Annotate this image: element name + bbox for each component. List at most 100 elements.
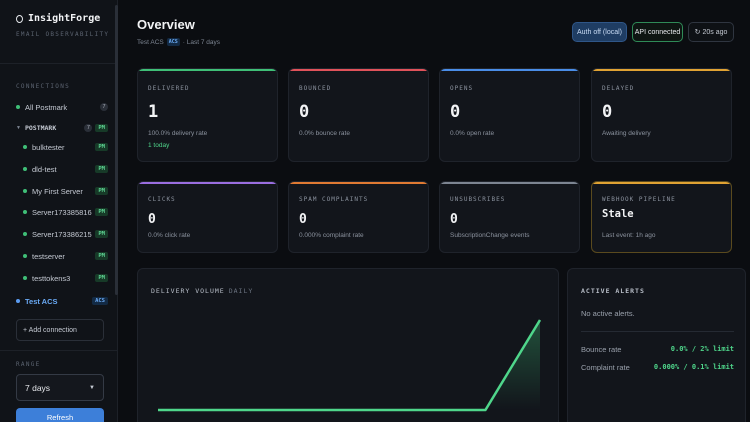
status-dot	[23, 189, 27, 193]
provider-badge: PM	[95, 208, 108, 216]
kpi-value: 0	[299, 102, 310, 122]
delivery-volume-panel: DELIVERY VOLUME DAILY	[137, 268, 559, 422]
group-label: POSTMARK	[24, 124, 57, 132]
card-accent	[440, 69, 579, 71]
card-accent	[440, 182, 579, 184]
provider-badge: PM	[95, 143, 108, 151]
period-label: · Last 7 days	[182, 38, 220, 46]
alerts-empty-message: No active alerts.	[581, 309, 635, 318]
kpi-label: BOUNCED	[299, 85, 332, 92]
provider-badge: PM	[95, 187, 108, 195]
provider-badge: ACS	[92, 297, 108, 305]
status-dot	[23, 210, 27, 214]
range-select[interactable]: 7 days ▼	[16, 374, 104, 401]
count-badge: 7	[100, 103, 108, 111]
status-dot	[23, 254, 27, 258]
kpi-card-delivered: DELIVERED 1 100.0% delivery rate 1 today	[137, 68, 278, 162]
chart-area-fill	[158, 320, 540, 410]
kpi-card-delayed: DELAYED 0 Awaiting delivery	[591, 68, 732, 162]
kpi-desc: 0.0% open rate	[450, 130, 495, 137]
provider-badge: PM	[95, 274, 108, 282]
status-dot	[16, 105, 20, 109]
kpi-label: UNSUBSCRIBES	[450, 196, 506, 203]
sidebar-item-server[interactable]: dld-test PM	[23, 162, 108, 176]
sidebar-item-label: My First Server	[32, 186, 83, 196]
card-accent	[592, 69, 731, 71]
sidebar-item-label: Server173386215...	[32, 229, 93, 239]
metric-label: Complaint rate	[581, 363, 630, 372]
kpi-card-unsubscribes: UNSUBSCRIBES 0 SubscriptionChange events	[439, 181, 580, 253]
kpi-desc: 0.0% click rate	[148, 232, 191, 239]
connections-label: CONNECTIONS	[16, 83, 71, 90]
kpi-card-bounced: BOUNCED 0 0.0% bounce rate	[288, 68, 429, 162]
kpi-desc: 0.0% bounce rate	[299, 130, 350, 137]
metric-row-complaint-rate: Complaint rate 0.000% / 0.1% limit	[581, 363, 734, 372]
card-accent	[289, 182, 428, 184]
chart-series-line	[158, 319, 542, 412]
count-badge: 7	[84, 124, 93, 132]
sidebar-item-label: bulktester	[32, 142, 65, 152]
caret-down-icon: ▼	[16, 125, 21, 131]
metric-value: 0.0% / 2% limit	[670, 345, 734, 353]
sidebar-item-label: Server173385816...	[32, 207, 93, 217]
metric-value: 0.000% / 0.1% limit	[653, 363, 734, 371]
sidebar-item-server[interactable]: Server173385816... PM	[23, 205, 108, 219]
status-dot	[16, 299, 20, 303]
brand-name: InsightForge	[28, 13, 101, 24]
provider-badge: ACS	[166, 38, 180, 46]
sidebar: InsightForge EMAIL OBSERVABILITY CONNECT…	[0, 0, 118, 422]
api-status-badge: API connected	[632, 22, 683, 42]
kpi-label: WEBHOOK PIPELINE	[602, 196, 676, 203]
status-dot	[23, 276, 27, 280]
refresh-timer-button[interactable]: ↻ 20s ago	[688, 22, 734, 42]
connection-name: Test ACS	[137, 38, 164, 46]
active-alerts-panel: ACTIVE ALERTS No active alerts. Bounce r…	[567, 268, 746, 422]
sidebar-item-server[interactable]: bulktester PM	[23, 140, 108, 154]
status-dot	[23, 167, 27, 171]
kpi-desc: Last event: 1h ago	[602, 232, 656, 239]
page-title: Overview	[137, 17, 195, 32]
sidebar-item-all-postmark[interactable]: All Postmark 7	[16, 100, 108, 114]
brand: InsightForge	[16, 13, 100, 24]
kpi-desc: 100.0% delivery rate	[148, 130, 208, 137]
sidebar-item-server[interactable]: testtokens3 PM	[23, 271, 108, 285]
provider-badge: PM	[95, 230, 108, 238]
add-connection-button[interactable]: + Add connection	[16, 319, 104, 341]
logo-ring-icon	[16, 14, 23, 23]
refresh-button[interactable]: Refresh	[16, 408, 104, 422]
range-label: RANGE	[16, 361, 41, 368]
delivery-volume-chart	[158, 319, 542, 412]
kpi-card-clicks: CLICKS 0 0.0% click rate	[137, 181, 278, 253]
kpi-value: Stale	[602, 208, 634, 220]
kpi-value: 1	[148, 102, 159, 122]
kpi-value: 0	[450, 102, 461, 122]
kpi-value: 0	[299, 212, 307, 227]
kpi-value: 0	[148, 212, 156, 227]
provider-badge: PM	[95, 165, 108, 173]
sidebar-item-server[interactable]: testserver PM	[23, 249, 108, 263]
kpi-desc: 0.000% complaint rate	[299, 232, 364, 239]
range-select-value: 7 days	[25, 382, 51, 393]
card-accent	[138, 69, 277, 71]
card-accent	[289, 69, 428, 71]
caret-down-icon: ▼	[89, 384, 95, 391]
card-accent	[592, 182, 731, 184]
kpi-desc: Awaiting delivery	[602, 130, 651, 137]
sidebar-item-test-acs[interactable]: Test ACS ACS	[16, 294, 108, 308]
sidebar-item-server[interactable]: My First Server PM	[23, 184, 108, 198]
kpi-label: CLICKS	[148, 196, 176, 203]
auth-toggle-button[interactable]: Auth off (local)	[572, 22, 627, 42]
sidebar-item-label: dld-test	[32, 164, 57, 174]
kpi-card-spam-complaints: SPAM COMPLAINTS 0 0.000% complaint rate	[288, 181, 429, 253]
kpi-desc: SubscriptionChange events	[450, 232, 530, 239]
kpi-extra: 1 today	[148, 142, 170, 149]
refresh-timer-label: 20s ago	[702, 28, 728, 36]
sidebar-item-label: testtokens3	[32, 273, 71, 283]
provider-badge: PM	[95, 124, 108, 132]
sidebar-item-server[interactable]: Server173386215... PM	[23, 227, 108, 241]
sidebar-scrollbar[interactable]	[115, 5, 118, 295]
refresh-cycle-icon: ↻	[694, 29, 701, 36]
kpi-label: OPENS	[450, 85, 474, 92]
sidebar-item-label: testserver	[32, 251, 65, 261]
sidebar-group-postmark[interactable]: ▼ POSTMARK 7 PM	[16, 121, 108, 135]
